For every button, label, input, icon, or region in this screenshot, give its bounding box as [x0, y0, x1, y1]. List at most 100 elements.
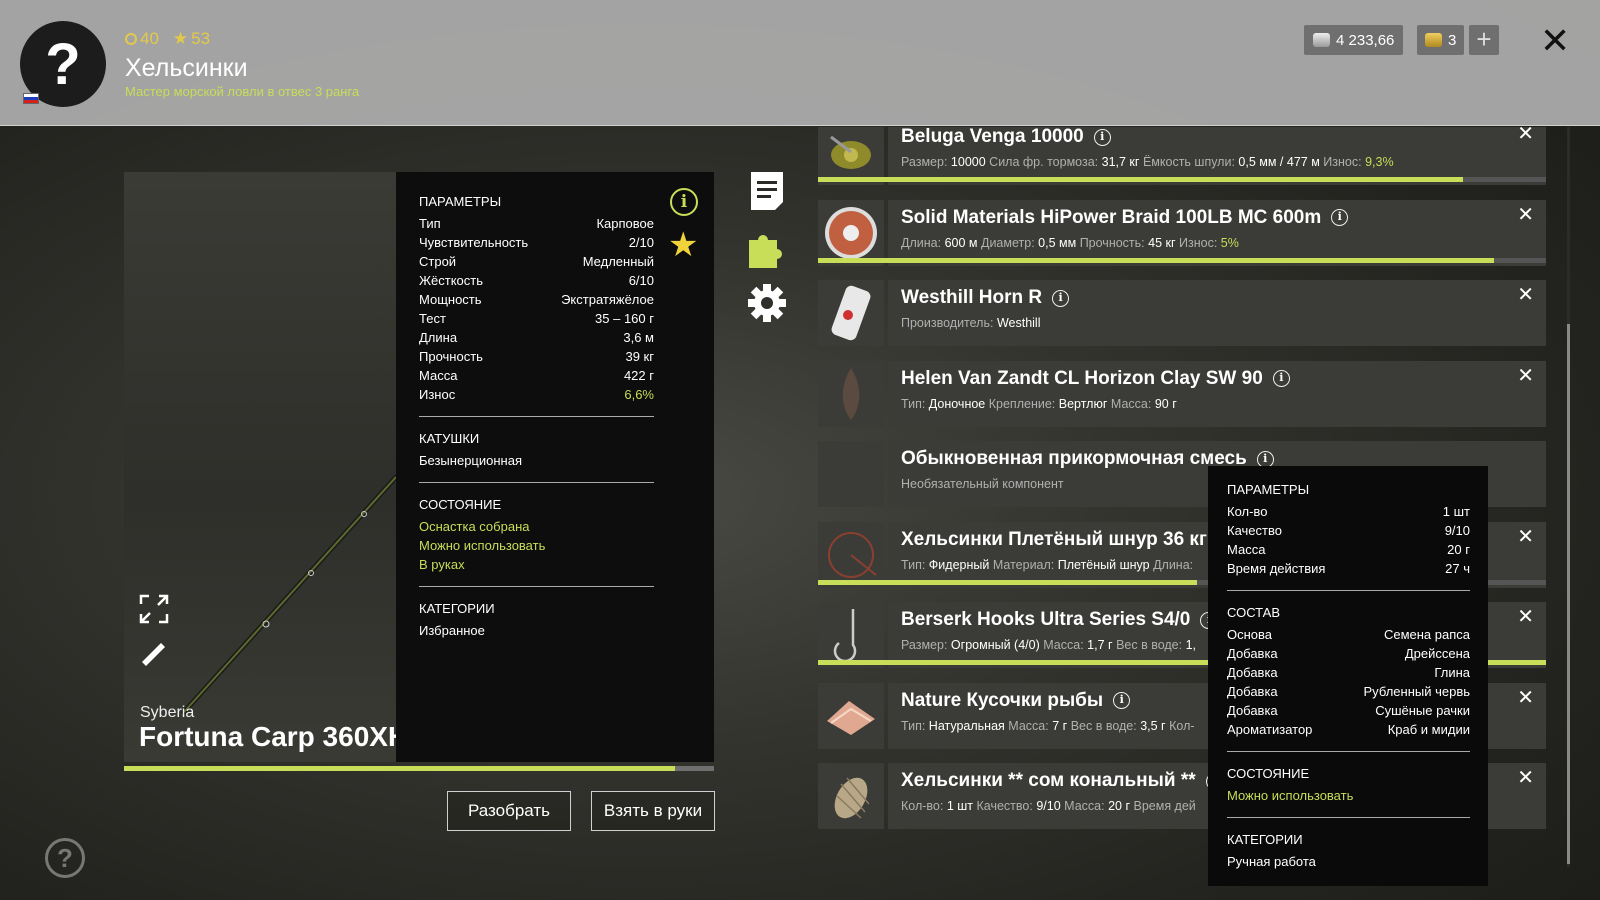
add-gold-button[interactable]: +: [1469, 25, 1499, 55]
tooltip-params-rows: Кол-во 1 шт Качество 9/10 Масса 20 г Время дей…: [1227, 502, 1470, 578]
help-icon[interactable]: ?: [45, 838, 85, 878]
puzzle-icon[interactable]: [747, 228, 787, 268]
param-label: Масса: [1227, 542, 1266, 557]
gold-coins-icon: [1425, 33, 1442, 47]
param-row: Основа Семена рапса: [1227, 625, 1470, 644]
desc-value: 9/10: [1036, 799, 1061, 813]
tackle-item-name-row: Beluga Venga 10000 i: [901, 127, 1546, 148]
remove-item-icon[interactable]: ✕: [1517, 604, 1534, 629]
player-name: Хельсинки: [125, 54, 248, 82]
param-value: 1 шт: [1442, 504, 1470, 519]
close-icon[interactable]: ✕: [1540, 20, 1570, 62]
feeder-bait-thumbnail: [818, 763, 884, 829]
desc-value: 600 м: [944, 235, 978, 250]
durability-bar: [124, 766, 714, 771]
item-name: Fortuna Carp 360XH: [139, 721, 399, 752]
bite-alarm-thumbnail: [818, 280, 884, 346]
leader-thumbnail: [818, 521, 884, 588]
info-icon[interactable]: i: [1272, 370, 1290, 387]
param-value: Глина: [1434, 665, 1470, 680]
level-ring-icon: [125, 33, 137, 45]
param-value: Семена рапса: [1383, 627, 1470, 642]
remove-item-icon[interactable]: ✕: [1517, 765, 1534, 790]
tackle-item-description: Тип: Доночное Крепление: Вертлюг Масса: …: [901, 397, 1546, 411]
param-value: Медленный: [582, 254, 654, 269]
desc-label: Диаметр:: [980, 235, 1035, 250]
tackle-item[interactable]: Beluga Venga 10000 i Размер: 10000 Сила фр…: [818, 127, 1546, 185]
param-row: Износ 6,6%: [419, 385, 654, 404]
desc-label: Производитель:: [901, 316, 994, 330]
item-tooltip: ПАРАМЕТРЫ Кол-во 1 шт Качество 9/10 Масса 20 …: [1208, 466, 1488, 886]
param-label: Износ: [419, 387, 456, 402]
info-icon[interactable]: i: [1331, 209, 1349, 226]
gear-icon[interactable]: [747, 283, 787, 323]
desc-label: Длина:: [901, 235, 942, 250]
document-icon[interactable]: [751, 172, 783, 210]
info-icon[interactable]: i: [1113, 692, 1131, 709]
param-row: Добавка Глина: [1227, 663, 1470, 682]
desc-label: Качество:: [976, 799, 1033, 813]
desc-value: Вертлюг: [1058, 396, 1108, 411]
scrollbar-thumb[interactable]: [1567, 324, 1570, 864]
desc-value: 10000: [950, 155, 986, 169]
remove-item-icon[interactable]: ✕: [1517, 524, 1534, 549]
tackle-item[interactable]: Westhill Horn R i Производитель: Westhill …: [818, 280, 1546, 346]
tackle-item-body: Solid Materials HiPower Braid 100LB MC 6…: [888, 199, 1546, 266]
reels-section-title: КАТУШКИ: [419, 431, 480, 446]
param-label: Тип: [419, 216, 441, 231]
tooltip-state-title: СОСТОЯНИЕ: [1227, 766, 1310, 781]
desc-label: Износ:: [1179, 235, 1218, 250]
desc-label: Масса:: [1110, 396, 1152, 411]
param-value: Рубленный червь: [1363, 684, 1470, 699]
wear-bar-fill: [818, 579, 1197, 585]
param-value: 20 г: [1447, 542, 1470, 557]
param-row: Добавка Рубленный червь: [1227, 682, 1470, 701]
param-row: Ароматизатор Краб и мидии: [1227, 720, 1470, 739]
tackle-item[interactable]: Helen Van Zandt CL Horizon Clay SW 90 i Ти…: [818, 360, 1546, 427]
desc-value: 0,5 мм: [1038, 235, 1077, 250]
remove-item-icon[interactable]: ✕: [1517, 282, 1534, 307]
categories-section-title: КАТЕГОРИИ: [419, 601, 495, 616]
param-label: Масса: [419, 368, 458, 383]
info-icon[interactable]: i: [1052, 289, 1070, 307]
param-label: Качество: [1227, 523, 1282, 538]
disassemble-button[interactable]: Разобрать: [447, 791, 571, 831]
tackle-item-name: Helen Van Zandt CL Horizon Clay SW 90: [901, 367, 1263, 389]
remove-item-icon[interactable]: ✕: [1517, 127, 1534, 146]
info-icon[interactable]: i: [1256, 450, 1274, 468]
param-value: 39 кг: [625, 349, 654, 364]
divider: [419, 416, 654, 417]
desc-value: 90 г: [1154, 396, 1177, 411]
favorite-star-icon[interactable]: ★: [668, 228, 698, 262]
tackle-item-name: Хельсинки Плетёный шнур 36 кг: [901, 528, 1207, 550]
pencil-icon[interactable]: [138, 636, 170, 666]
tackle-item[interactable]: Solid Materials HiPower Braid 100LB MC 6…: [818, 199, 1546, 266]
desc-label: Длина:: [1153, 557, 1194, 572]
remove-item-icon[interactable]: ✕: [1517, 202, 1534, 227]
remove-item-icon[interactable]: ✕: [1517, 685, 1534, 710]
desc-label: Вес в воде:: [1116, 638, 1183, 652]
desc-value: 5%: [1220, 235, 1239, 250]
silver-currency[interactable]: 4 233,66: [1304, 25, 1404, 55]
param-value: 2/10: [628, 235, 654, 250]
gold-currency[interactable]: 3: [1417, 25, 1465, 55]
state-section-title: СОСТОЯНИЕ: [419, 497, 502, 512]
remove-item-icon[interactable]: ✕: [1517, 363, 1534, 388]
param-label: Время действия: [1227, 561, 1326, 576]
take-in-hands-button[interactable]: Взять в руки: [591, 791, 715, 831]
gold-amount: 3: [1448, 31, 1457, 49]
state-line: В руках: [419, 557, 465, 572]
category: Избранное: [419, 623, 485, 638]
desc-value: 3,5 г: [1140, 718, 1166, 733]
info-icon[interactable]: i: [1093, 128, 1111, 146]
tackle-item-name: Обыкновенная прикормочная смесь: [901, 448, 1247, 469]
info-icon[interactable]: i: [670, 188, 698, 216]
desc-value: 45 кг: [1148, 235, 1176, 250]
param-value: 3,6 м: [623, 330, 654, 345]
tooltip-state: Можно использовать: [1227, 788, 1354, 803]
param-label: Тест: [419, 311, 446, 326]
desc-value: 1 шт: [946, 799, 974, 813]
param-label: Кол-во: [1227, 504, 1268, 519]
silver-coins-icon: [1313, 33, 1330, 47]
expand-icon[interactable]: [138, 593, 170, 625]
